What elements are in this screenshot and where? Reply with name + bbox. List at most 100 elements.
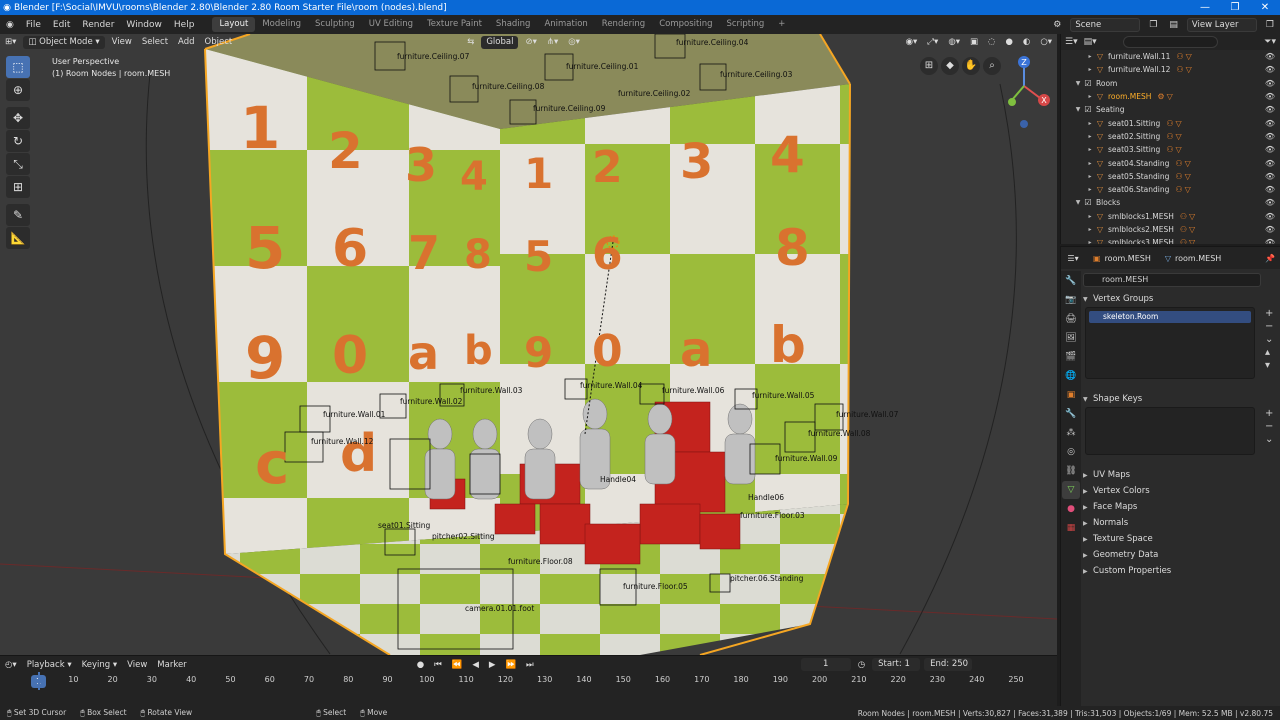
shading-solid-icon[interactable]: ●	[1000, 37, 1017, 47]
outliner-row[interactable]: ▼ ☑ Room 👁	[1061, 77, 1280, 90]
new-scene-icon[interactable]: ❐	[1143, 20, 1163, 30]
current-frame-field[interactable]: 1	[800, 658, 851, 671]
next-keyframe-icon[interactable]: ⏩	[500, 660, 521, 670]
timeline-menu-playback[interactable]: Playback ▾	[22, 660, 77, 670]
xray-icon[interactable]: ▣	[965, 37, 983, 47]
pan-view-icon[interactable]: ✋	[962, 57, 980, 75]
visibility-eye-icon[interactable]: 👁	[1265, 65, 1275, 74]
scale-tool-icon[interactable]: ⤡	[6, 153, 30, 175]
mesh-name-field[interactable]: room.MESH	[1083, 273, 1261, 287]
collapsed-panel-header[interactable]: ▶ Face Maps	[1083, 499, 1279, 515]
gizmo-toggle-icon[interactable]: ⤢▾	[922, 37, 943, 47]
expand-arrow-icon[interactable]: ▸	[1085, 160, 1095, 167]
navigation-gizmo[interactable]: Z X	[1000, 56, 1052, 136]
outliner-row[interactable]: ▸ ▽ smlblocks2.MESH ⚇▽ 👁	[1061, 223, 1280, 236]
shape-key-specials-icon[interactable]: ⌄	[1265, 433, 1273, 446]
expand-arrow-icon[interactable]: ▸	[1085, 133, 1095, 140]
play-reverse-icon[interactable]: ◀	[467, 660, 484, 670]
tool-tab-icon[interactable]: 🔧	[1062, 272, 1080, 290]
timeline-menu-keying[interactable]: Keying ▾	[77, 660, 123, 670]
shading-material-icon[interactable]: ◐	[1018, 37, 1035, 47]
tab-scripting[interactable]: Scripting	[719, 17, 771, 32]
expand-arrow-icon[interactable]: ▸	[1085, 213, 1095, 220]
3d-viewport[interactable]: 1 2 3 4 1 2 3 4 5 6 7 8 5 6 8 9 0 a b 9 …	[0, 34, 1057, 655]
outliner-row[interactable]: ▸ ▽ seat01.Sitting ⚇▽ 👁	[1061, 116, 1280, 129]
expand-arrow-icon[interactable]: ▸	[1085, 53, 1095, 60]
tab-layout[interactable]: Layout	[212, 17, 256, 32]
expand-arrow-icon[interactable]: ▸	[1085, 239, 1095, 244]
properties-editor-icon[interactable]: ☰▾	[1061, 254, 1085, 263]
outliner-row[interactable]: ▸ ▽ furniture.Wall.11 ⚇▽ 👁	[1061, 50, 1280, 63]
camera-view-icon[interactable]: ◆	[941, 57, 959, 75]
timeline-editor-icon[interactable]: ◴▾	[0, 660, 22, 670]
zoom-view-icon[interactable]: ⌕	[983, 57, 1001, 75]
tab-compositing[interactable]: Compositing	[652, 17, 719, 32]
visibility-eye-icon[interactable]: 👁	[1265, 238, 1275, 244]
shape-keys-panel-header[interactable]: ▼ Shape Keys	[1083, 391, 1279, 407]
menu-window[interactable]: Window	[120, 20, 168, 30]
expand-arrow-icon[interactable]: ▸	[1085, 226, 1095, 233]
visibility-eye-icon[interactable]: 👁	[1265, 212, 1275, 221]
visibility-eye-icon[interactable]: 👁	[1265, 145, 1275, 154]
collapsed-panel-header[interactable]: ▶ Normals	[1083, 515, 1279, 531]
move-up-icon[interactable]: ▴	[1265, 346, 1273, 359]
tab-uv-editing[interactable]: UV Editing	[362, 17, 420, 32]
tab-sculpting[interactable]: Sculpting	[308, 17, 362, 32]
render-tab-icon[interactable]: 📷	[1062, 291, 1080, 309]
maximize-button[interactable]: ❐	[1220, 2, 1250, 13]
tab-animation[interactable]: Animation	[537, 17, 594, 32]
new-view-layer-icon[interactable]: ❐	[1260, 20, 1280, 30]
expand-arrow-icon[interactable]: ▸	[1085, 66, 1095, 73]
collapsed-panel-header[interactable]: ▶ Custom Properties	[1083, 563, 1279, 579]
outliner-row[interactable]: ▸ ▽ seat05.Standing ⚇▽ 👁	[1061, 170, 1280, 183]
outliner-row[interactable]: ▼ ☑ Seating 👁	[1061, 103, 1280, 116]
vertex-group-list[interactable]: skeleton.Room	[1085, 307, 1255, 379]
preview-range-icon[interactable]: ◷	[853, 660, 870, 670]
overlay-toggle-icon[interactable]: ◍▾	[943, 37, 965, 47]
prev-keyframe-icon[interactable]: ⏪	[447, 660, 468, 670]
visibility-eye-icon[interactable]: 👁	[1265, 198, 1275, 207]
proportional-edit-icon[interactable]: ◎▾	[563, 37, 585, 47]
snap-icon[interactable]: ⋔▾	[542, 37, 563, 47]
start-frame-field[interactable]: Start: 1	[872, 658, 921, 671]
outliner-row[interactable]: ▸ ▽ furniture.Wall.12 ⚇▽ 👁	[1061, 63, 1280, 76]
rotate-tool-icon[interactable]: ↻	[6, 130, 30, 152]
visibility-eye-icon[interactable]: 👁	[1265, 225, 1275, 234]
jump-end-icon[interactable]: ⏭	[521, 660, 539, 670]
visibility-icon[interactable]: ◉▾	[901, 37, 923, 47]
menu-help[interactable]: Help	[168, 20, 201, 30]
add-shape-key-button[interactable]: +	[1265, 407, 1273, 420]
expand-arrow-icon[interactable]: ▼	[1073, 199, 1083, 206]
expand-arrow-icon[interactable]: ▸	[1085, 93, 1095, 100]
jump-start-icon[interactable]: ⏮	[429, 660, 447, 670]
outliner-row[interactable]: ▸ ▽ room.MESH ⚙▽ 👁	[1061, 90, 1280, 103]
outliner-row[interactable]: ▸ ▽ seat06.Standing ⚇▽ 👁	[1061, 183, 1280, 196]
cursor-tool-icon[interactable]: ⊕	[6, 79, 30, 101]
collapsed-panel-header[interactable]: ▶ UV Maps	[1083, 467, 1279, 483]
world-tab-icon[interactable]: 🌐	[1062, 367, 1080, 385]
shape-key-list[interactable]	[1085, 407, 1255, 455]
visibility-eye-icon[interactable]: 👁	[1265, 79, 1275, 88]
expand-arrow-icon[interactable]: ▸	[1085, 120, 1095, 127]
scene-field[interactable]: Scene	[1070, 17, 1141, 32]
orientation-dropdown[interactable]: Global	[481, 35, 519, 49]
close-button[interactable]: ✕	[1250, 2, 1280, 13]
viewport-menu-view[interactable]: View	[107, 37, 137, 47]
vertex-group-item[interactable]: skeleton.Room	[1089, 311, 1251, 323]
visibility-eye-icon[interactable]: 👁	[1265, 185, 1275, 194]
shading-rendered-icon[interactable]: ○▾	[1035, 37, 1057, 47]
modifier-tab-icon[interactable]: 🔧	[1062, 405, 1080, 423]
visibility-eye-icon[interactable]: 👁	[1265, 159, 1275, 168]
expand-arrow-icon[interactable]: ▸	[1085, 186, 1095, 193]
blender-menu-icon[interactable]: ◉	[0, 20, 20, 30]
add-workspace-icon[interactable]: +	[771, 17, 792, 32]
display-mode-icon[interactable]: ▤▾	[1084, 37, 1097, 47]
constraints-tab-icon[interactable]: ⛓	[1062, 462, 1080, 480]
timeline-menu-marker[interactable]: Marker	[152, 660, 191, 670]
expand-arrow-icon[interactable]: ▸	[1085, 146, 1095, 153]
expand-arrow-icon[interactable]: ▸	[1085, 173, 1095, 180]
outliner-search-input[interactable]	[1122, 36, 1218, 48]
mesh-data-tab-icon[interactable]: ▽	[1062, 481, 1080, 499]
menu-file[interactable]: File	[20, 20, 47, 30]
annotate-tool-icon[interactable]: ✎	[6, 204, 30, 226]
